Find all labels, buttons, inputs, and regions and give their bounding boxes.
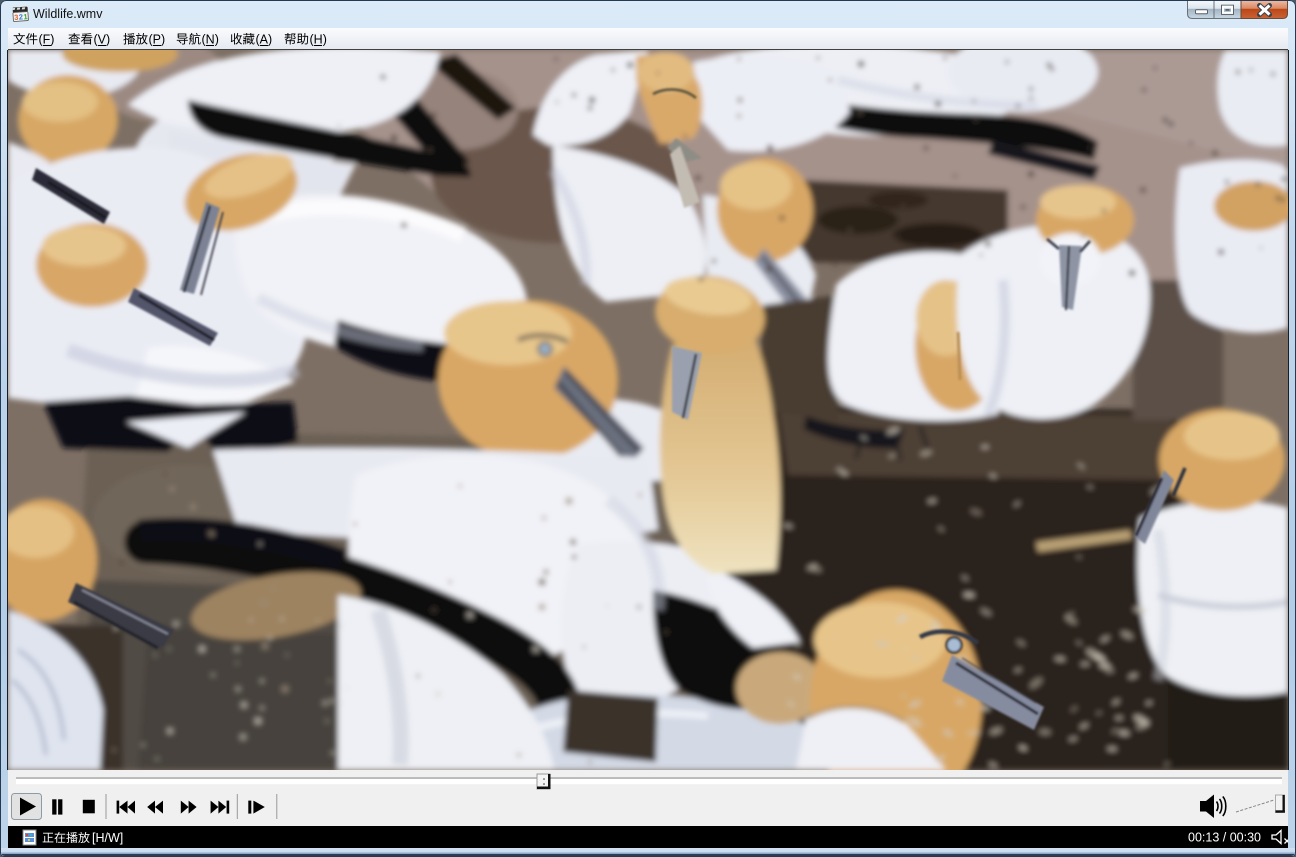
svg-text:(A): (A) <box>256 33 273 47</box>
svg-text:(V): (V) <box>94 33 111 47</box>
svg-text:[H/W]: [H/W] <box>92 831 123 845</box>
svg-text:1: 1 <box>23 12 28 21</box>
svg-text:(P): (P) <box>149 33 166 47</box>
svg-text:(H): (H) <box>310 33 327 47</box>
svg-text:(F): (F) <box>39 33 55 47</box>
svg-text:(N): (N) <box>202 33 219 47</box>
svg-text:00:13 / 00:30: 00:13 / 00:30 <box>1188 831 1261 845</box>
